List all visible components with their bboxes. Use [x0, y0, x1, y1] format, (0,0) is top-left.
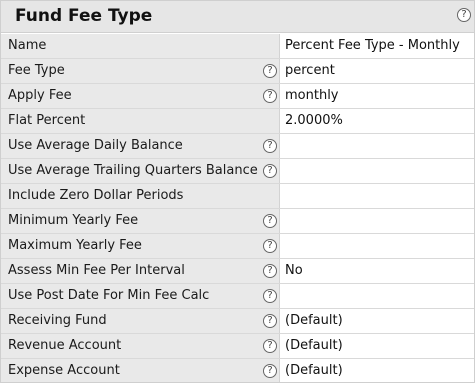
field-row: Assess Min Fee Per Interval? No [1, 259, 474, 284]
field-row: Name Percent Fee Type - Monthly [1, 34, 474, 59]
field-label: Name [8, 38, 47, 53]
field-label-cell: Include Zero Dollar Periods [1, 184, 280, 208]
help-icon[interactable]: ? [263, 239, 277, 253]
field-value: Percent Fee Type - Monthly [285, 38, 460, 53]
field-label-cell: Use Post Date For Min Fee Calc? [1, 284, 280, 308]
field-label: Expense Account [8, 363, 120, 378]
field-label: Apply Fee [8, 88, 72, 103]
help-icon[interactable]: ? [263, 89, 277, 103]
field-value-cell [280, 159, 474, 183]
field-label: Assess Min Fee Per Interval [8, 263, 185, 278]
field-label: Minimum Yearly Fee [8, 213, 139, 228]
header-help-icon[interactable]: ? [457, 8, 471, 22]
field-label-cell: Revenue Account? [1, 334, 280, 358]
field-value-cell: (Default) [280, 309, 474, 333]
field-value: No [285, 263, 303, 278]
help-icon[interactable]: ? [263, 314, 277, 328]
field-value: percent [285, 63, 335, 78]
field-label: Use Post Date For Min Fee Calc [8, 288, 210, 303]
field-label-cell: Minimum Yearly Fee? [1, 209, 280, 233]
field-row: Use Average Daily Balance? [1, 134, 474, 159]
help-icon[interactable]: ? [263, 214, 277, 228]
field-value-cell: percent [280, 59, 474, 83]
field-value: (Default) [285, 363, 343, 378]
field-value: (Default) [285, 313, 343, 328]
field-row: Receiving Fund? (Default) [1, 309, 474, 334]
field-label-cell: Apply Fee? [1, 84, 280, 108]
field-value: (Default) [285, 338, 343, 353]
field-label-cell: Fee Type? [1, 59, 280, 83]
field-row: Maximum Yearly Fee? [1, 234, 474, 259]
field-label-cell: Use Average Trailing Quarters Balance? [1, 159, 280, 183]
field-row: Use Post Date For Min Fee Calc? [1, 284, 474, 309]
field-label-cell: Use Average Daily Balance? [1, 134, 280, 158]
field-row: Fee Type? percent [1, 59, 474, 84]
fields-table: Name Percent Fee Type - Monthly Fee Type? p… [1, 34, 474, 382]
field-value-cell: (Default) [280, 359, 474, 382]
field-value-cell [280, 209, 474, 233]
field-value: 2.0000% [285, 113, 343, 128]
field-row: Flat Percent 2.0000% [1, 109, 474, 134]
field-value-cell [280, 184, 474, 208]
field-value: monthly [285, 88, 339, 103]
field-value-cell: 2.0000% [280, 109, 474, 133]
field-label-cell: Name [1, 34, 280, 58]
help-icon[interactable]: ? [263, 139, 277, 153]
field-row: Apply Fee? monthly [1, 84, 474, 109]
field-value-cell [280, 234, 474, 258]
field-value-cell [280, 284, 474, 308]
field-label: Use Average Daily Balance [8, 138, 183, 153]
field-label: Use Average Trailing Quarters Balance [8, 163, 258, 178]
field-value-cell: monthly [280, 84, 474, 108]
field-value-cell: (Default) [280, 334, 474, 358]
field-label: Revenue Account [8, 338, 122, 353]
field-row: Minimum Yearly Fee? [1, 209, 474, 234]
field-label-cell: Assess Min Fee Per Interval? [1, 259, 280, 283]
fund-fee-type-panel: Fund Fee Type ? Name Percent Fee Type - M… [0, 0, 475, 383]
field-label-cell: Flat Percent [1, 109, 280, 133]
field-label-cell: Maximum Yearly Fee? [1, 234, 280, 258]
help-icon[interactable]: ? [263, 364, 277, 378]
field-label-cell: Expense Account? [1, 359, 280, 382]
field-label: Flat Percent [8, 113, 86, 128]
field-row: Use Average Trailing Quarters Balance? [1, 159, 474, 184]
field-value-cell: Percent Fee Type - Monthly [280, 34, 474, 58]
field-label-cell: Receiving Fund? [1, 309, 280, 333]
help-icon[interactable]: ? [263, 264, 277, 278]
help-icon[interactable]: ? [263, 64, 277, 78]
field-row: Revenue Account? (Default) [1, 334, 474, 359]
panel-header: Fund Fee Type ? [1, 1, 474, 33]
field-row: Expense Account? (Default) [1, 359, 474, 382]
field-row: Include Zero Dollar Periods [1, 184, 474, 209]
panel-title: Fund Fee Type [15, 6, 153, 26]
field-label: Fee Type [8, 63, 65, 78]
field-label: Maximum Yearly Fee [8, 238, 142, 253]
field-value-cell: No [280, 259, 474, 283]
field-value-cell [280, 134, 474, 158]
field-label: Include Zero Dollar Periods [8, 188, 184, 203]
help-icon[interactable]: ? [263, 164, 277, 178]
help-icon[interactable]: ? [263, 339, 277, 353]
field-label: Receiving Fund [8, 313, 107, 328]
help-icon[interactable]: ? [263, 289, 277, 303]
